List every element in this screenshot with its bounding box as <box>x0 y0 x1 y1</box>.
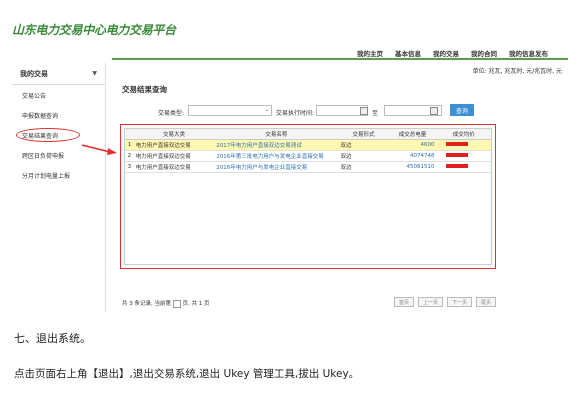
col-trade-name[interactable]: 交易名称 <box>214 129 339 140</box>
main-panel: 交易结果查询 交易类型: ⌄ 交易执行时间: 至 查询 交易大类 交易名称 交易… <box>120 84 568 269</box>
highlight-ring <box>16 128 80 142</box>
sidebar-item-declaration-query[interactable]: 申报数据查询 <box>12 105 105 125</box>
exec-time-label: 交易执行时间: <box>276 110 315 117</box>
col-trade-form[interactable]: 交易形式 <box>338 129 389 140</box>
col-index <box>125 129 134 140</box>
cell-name[interactable]: 2017年电力用户直接双边交易测试 <box>214 139 339 151</box>
result-grid: 交易大类 交易名称 交易形式 成交总电量 成交均价 1 电力用户直接双边交易 2… <box>124 128 492 265</box>
panel-title: 交易结果查询 <box>122 85 167 94</box>
table-row[interactable]: 3 电力用户直接双边交易 2016年电力用户与发电企业直接交易 双边 45081… <box>125 161 491 173</box>
redaction-bar <box>446 164 469 168</box>
col-total-volume[interactable]: 成交总电量 <box>388 129 437 140</box>
cell-form: 双边 <box>338 150 389 162</box>
row-index: 3 <box>125 161 134 173</box>
next-page-button[interactable]: 下一页 <box>446 297 472 307</box>
top-nav: 我的主页 基本信息 我的交易 我的合同 我的信息发布 <box>357 48 548 58</box>
cell-volume: 4600 <box>388 139 437 151</box>
nav-home[interactable]: 我的主页 <box>357 48 383 58</box>
sidebar-header-label: 我的交易 <box>20 69 48 78</box>
sidebar-item-result-query[interactable]: 交易结果查询 <box>12 125 105 145</box>
pager-summary-pre: 共 3 条记录, 当前第 <box>122 301 171 307</box>
annotation-arrow <box>82 144 117 155</box>
pager-buttons: 首页 上一页 下一页 尾页 <box>393 297 496 307</box>
header-banner: 山东电力交易中心电力交易平台 我的主页 基本信息 我的交易 我的合同 我的信息发… <box>12 18 568 58</box>
cell-volume: 45081510 <box>388 161 437 173</box>
first-page-button[interactable]: 首页 <box>393 297 414 307</box>
trade-type-label: 交易类型: <box>158 110 185 117</box>
doc-body: 点击页面右上角【退出】,退出交易系统,退出 Ukey 管理工具,拔出 Ukey。 <box>14 368 360 380</box>
query-button[interactable]: 查询 <box>450 104 474 116</box>
cell-price-redacted <box>436 161 491 173</box>
chevron-down-icon: ▼ <box>92 70 97 77</box>
sidebar-header[interactable]: 我的交易 ▼ <box>12 63 105 85</box>
cell-name[interactable]: 2016年电力用户与发电企业直接交易 <box>214 161 339 173</box>
cell-price-redacted <box>436 150 491 162</box>
doc-heading: 七、退出系统。 <box>14 332 91 345</box>
sidebar-item-announcements[interactable]: 交易公告 <box>12 85 105 105</box>
cell-volume: 4074748 <box>388 150 437 162</box>
page-number-input[interactable] <box>172 299 181 308</box>
cell-price-redacted <box>436 139 491 151</box>
redaction-bar <box>446 153 469 157</box>
result-table: 交易大类 交易名称 交易形式 成交总电量 成交均价 1 电力用户直接双边交易 2… <box>125 129 491 173</box>
trade-type-select[interactable]: ⌄ <box>188 105 272 116</box>
nav-basic-info[interactable]: 基本信息 <box>395 48 421 58</box>
result-grid-highlight: 交易大类 交易名称 交易形式 成交总电量 成交均价 1 电力用户直接双边交易 2… <box>120 124 496 269</box>
col-trade-category[interactable]: 交易大类 <box>133 129 215 140</box>
row-index: 2 <box>125 150 134 162</box>
unit-label: 单位: 兆瓦, 兆瓦时, 元/兆瓦时, 元 <box>472 68 562 75</box>
pager: 共 3 条记录, 当前第 页, 共 1 页 首页 上一页 下一页 尾页 <box>120 297 568 309</box>
sidebar: 我的交易 ▼ 交易公告 申报数据查询 交易结果查询 跨区日负荷申报 分月计划电量… <box>12 63 106 312</box>
last-page-button[interactable]: 尾页 <box>475 297 496 307</box>
nav-my-info-publish[interactable]: 我的信息发布 <box>509 48 548 58</box>
pager-summary: 共 3 条记录, 当前第 页, 共 1 页 <box>122 299 210 308</box>
calendar-icon[interactable] <box>430 107 438 115</box>
sidebar-item-monthly-plan[interactable]: 分月计划电量上报 <box>12 165 105 185</box>
screenshot: 山东电力交易中心电力交易平台 我的主页 基本信息 我的交易 我的合同 我的信息发… <box>12 18 568 312</box>
cell-category: 电力用户直接双边交易 <box>133 161 215 173</box>
chevron-down-icon: ⌄ <box>264 107 269 113</box>
nav-my-trades[interactable]: 我的交易 <box>433 48 459 58</box>
to-label: 至 <box>372 110 379 117</box>
cell-form: 双边 <box>338 161 389 173</box>
cell-category: 电力用户直接双边交易 <box>133 150 215 162</box>
table-row[interactable]: 1 电力用户直接双边交易 2017年电力用户直接双边交易测试 双边 4600 <box>125 139 491 151</box>
redaction-bar <box>446 142 469 146</box>
nav-my-contracts[interactable]: 我的合同 <box>471 48 497 58</box>
cell-category: 电力用户直接双边交易 <box>133 139 215 151</box>
cell-form: 双边 <box>338 139 389 151</box>
nav-underline <box>112 58 568 60</box>
filter-bar: 交易类型: ⌄ 交易执行时间: 至 查询 <box>120 104 568 120</box>
table-row[interactable]: 2 电力用户直接双边交易 2016年第三批电力用户与发电企业直接交易 双边 40… <box>125 150 491 162</box>
row-index: 1 <box>125 139 134 151</box>
site-title: 山东电力交易中心电力交易平台 <box>12 23 176 37</box>
col-avg-price[interactable]: 成交均价 <box>436 129 491 140</box>
prev-page-button[interactable]: 上一页 <box>417 297 443 307</box>
cell-name[interactable]: 2016年第三批电力用户与发电企业直接交易 <box>214 150 339 162</box>
pager-summary-post: 页, 共 1 页 <box>182 301 210 307</box>
calendar-icon[interactable] <box>360 107 368 115</box>
